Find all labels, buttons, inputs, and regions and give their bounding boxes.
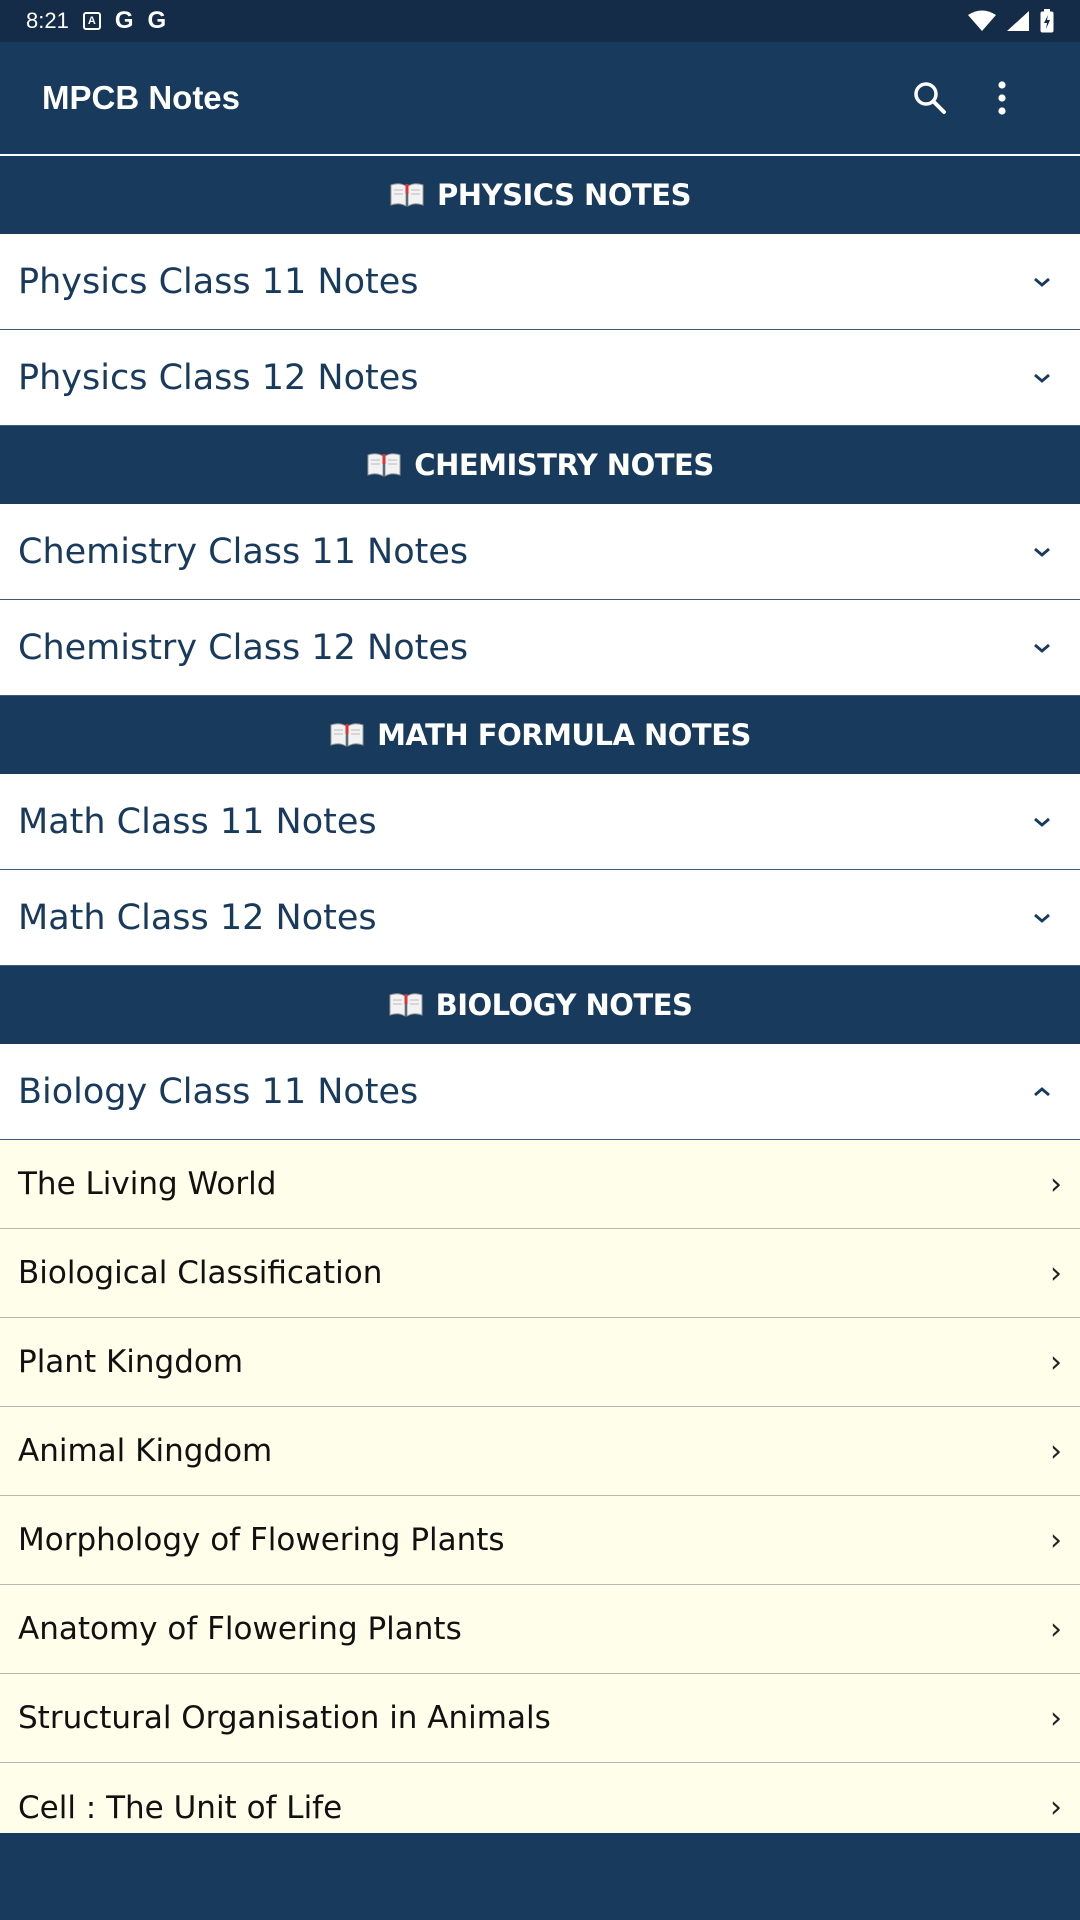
expander-physics-11[interactable]: Physics Class 11 Notes <box>0 234 1080 330</box>
chapter-item[interactable]: The Living World › <box>0 1140 1080 1229</box>
chevron-down-icon <box>1022 816 1062 828</box>
wifi-icon <box>968 10 996 31</box>
chevron-right-icon: › <box>1050 1790 1062 1825</box>
expander-chemistry-11[interactable]: Chemistry Class 11 Notes <box>0 504 1080 600</box>
section-header-math: MATH FORMULA NOTES <box>0 696 1080 774</box>
expander-label: Chemistry Class 12 Notes <box>18 627 469 668</box>
section-header-chemistry: CHEMISTRY NOTES <box>0 426 1080 504</box>
expander-label: Math Class 11 Notes <box>18 801 377 842</box>
chevron-down-icon <box>1022 276 1062 288</box>
status-time: 8:21 <box>26 8 69 33</box>
chapter-item[interactable]: Animal Kingdom › <box>0 1407 1080 1496</box>
more-options-button[interactable] <box>966 62 1038 134</box>
section-title: BIOLOGY NOTES <box>435 988 693 1022</box>
chapter-label: Animal Kingdom <box>18 1433 273 1469</box>
chapter-item[interactable]: Biological Classification › <box>0 1229 1080 1318</box>
chevron-up-icon <box>1022 1086 1062 1098</box>
app-bar: MPCB Notes <box>0 42 1080 154</box>
status-bar: 8:21 A G G <box>0 0 1080 42</box>
chapter-label: Morphology of Flowering Plants <box>18 1522 505 1558</box>
chapter-item[interactable]: Anatomy of Flowering Plants › <box>0 1585 1080 1674</box>
section-title: PHYSICS NOTES <box>437 178 691 212</box>
expander-label: Biology Class 11 Notes <box>18 1071 419 1112</box>
chapter-item[interactable]: Structural Organisation in Animals › <box>0 1674 1080 1763</box>
chapter-label: Structural Organisation in Animals <box>18 1700 551 1736</box>
chapter-label: Plant Kingdom <box>18 1344 244 1380</box>
expander-chemistry-12[interactable]: Chemistry Class 12 Notes <box>0 600 1080 696</box>
section-header-biology: BIOLOGY NOTES <box>0 966 1080 1044</box>
more-vert-icon <box>998 81 1006 115</box>
expander-label: Chemistry Class 11 Notes <box>18 531 469 572</box>
open-book-icon <box>389 182 425 208</box>
expander-biology-11[interactable]: Biology Class 11 Notes <box>0 1044 1080 1140</box>
chevron-right-icon: › <box>1050 1522 1062 1558</box>
chapter-item[interactable]: Plant Kingdom › <box>0 1318 1080 1407</box>
battery-icon <box>1040 9 1054 33</box>
section-title: MATH FORMULA NOTES <box>377 718 751 752</box>
chapter-item[interactable]: Morphology of Flowering Plants › <box>0 1496 1080 1585</box>
expander-math-12[interactable]: Math Class 12 Notes <box>0 870 1080 966</box>
chapter-label: Cell : The Unit of Life <box>18 1789 343 1826</box>
section-header-physics: PHYSICS NOTES <box>0 156 1080 234</box>
app-title: MPCB Notes <box>42 79 241 116</box>
notes-list: PHYSICS NOTES Physics Class 11 Notes Phy… <box>0 156 1080 1852</box>
chevron-right-icon: › <box>1050 1700 1062 1736</box>
chevron-right-icon: › <box>1050 1344 1062 1380</box>
chevron-down-icon <box>1022 546 1062 558</box>
chevron-right-icon: › <box>1050 1611 1062 1647</box>
expander-label: Physics Class 11 Notes <box>18 261 419 302</box>
chapter-label: Biological Classification <box>18 1255 383 1291</box>
chapter-label: The Living World <box>18 1166 277 1202</box>
chevron-down-icon <box>1022 642 1062 654</box>
open-book-icon <box>388 992 424 1018</box>
chapter-label: Anatomy of Flowering Plants <box>18 1611 462 1647</box>
chevron-down-icon <box>1022 372 1062 384</box>
text-a-icon: A <box>82 12 101 30</box>
open-book-icon <box>366 452 402 478</box>
google-g-icon: G <box>114 7 134 34</box>
chevron-right-icon: › <box>1050 1166 1062 1202</box>
expander-label: Physics Class 12 Notes <box>18 357 419 398</box>
google-g-icon: G <box>147 7 167 34</box>
search-button[interactable] <box>894 62 966 134</box>
chevron-down-icon <box>1022 912 1062 924</box>
expander-label: Math Class 12 Notes <box>18 897 377 938</box>
chevron-right-icon: › <box>1050 1433 1062 1469</box>
search-icon <box>914 82 946 114</box>
bottom-bar <box>0 1833 1080 1920</box>
open-book-icon <box>329 722 365 748</box>
expander-math-11[interactable]: Math Class 11 Notes <box>0 774 1080 870</box>
section-title: CHEMISTRY NOTES <box>414 448 714 482</box>
chevron-right-icon: › <box>1050 1255 1062 1291</box>
expander-physics-12[interactable]: Physics Class 12 Notes <box>0 330 1080 426</box>
signal-icon <box>1007 11 1029 31</box>
